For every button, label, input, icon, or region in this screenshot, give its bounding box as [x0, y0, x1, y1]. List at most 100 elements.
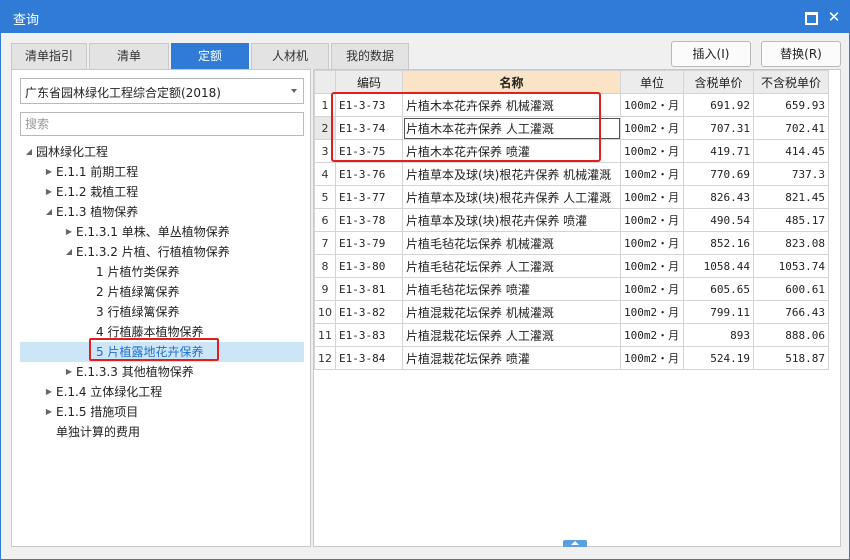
- table-row[interactable]: 2 E1-3-74 片植木本花卉保养 人工灌溉 100m2・月 707.31 702.41: [314, 116, 829, 140]
- tree-node-e1-2[interactable]: ▶ E.1.2 栽植工程: [20, 182, 304, 202]
- cell-price-tax[interactable]: 419.71: [683, 139, 754, 163]
- cell-price-tax[interactable]: 707.31: [683, 116, 754, 140]
- cell-name[interactable]: 片植混栽花坛保养 喷灌: [402, 346, 621, 370]
- cell-name[interactable]: 片植毛毡花坛保养 喷灌: [402, 277, 621, 301]
- tree-node-e1-4[interactable]: ▶ E.1.4 立体绿化工程: [20, 382, 304, 402]
- tree-node-e1-5[interactable]: ▶ E.1.5 措施项目: [20, 402, 304, 422]
- row-index[interactable]: 12: [314, 346, 336, 370]
- row-index[interactable]: 9: [314, 277, 336, 301]
- scroll-up-handle[interactable]: [563, 540, 587, 547]
- row-index[interactable]: 6: [314, 208, 336, 232]
- cell-code[interactable]: E1-3-73: [335, 93, 403, 117]
- table-row[interactable]: 11 E1-3-83 片植混栽花坛保养 人工灌溉 100m2・月 893 888.06: [314, 323, 829, 347]
- tab-my-data[interactable]: 我的数据: [331, 43, 409, 69]
- cell-price-notax[interactable]: 702.41: [753, 116, 829, 140]
- cell-code[interactable]: E1-3-79: [335, 231, 403, 255]
- cell-price-notax[interactable]: 823.08: [753, 231, 829, 255]
- cell-unit[interactable]: 100m2・月: [620, 300, 684, 324]
- cell-code[interactable]: E1-3-83: [335, 323, 403, 347]
- cell-price-notax[interactable]: 518.87: [753, 346, 829, 370]
- tree-node-leaf-5-selected[interactable]: 5 片植露地花卉保养: [20, 342, 304, 362]
- row-index[interactable]: 8: [314, 254, 336, 278]
- cell-price-tax[interactable]: 852.16: [683, 231, 754, 255]
- cell-price-tax[interactable]: 770.69: [683, 162, 754, 186]
- cell-name[interactable]: 片植木本花卉保养 人工灌溉: [402, 116, 621, 140]
- table-row[interactable]: 8 E1-3-80 片植毛毡花坛保养 人工灌溉 100m2・月 1058.44 1053.…: [314, 254, 829, 278]
- tab-quota[interactable]: 定额: [171, 43, 249, 69]
- cell-price-tax[interactable]: 691.92: [683, 93, 754, 117]
- cell-code[interactable]: E1-3-81: [335, 277, 403, 301]
- cell-price-notax[interactable]: 737.3: [753, 162, 829, 186]
- maximize-icon[interactable]: [801, 8, 819, 26]
- cell-price-notax[interactable]: 600.61: [753, 277, 829, 301]
- cell-price-notax[interactable]: 414.45: [753, 139, 829, 163]
- search-input[interactable]: [20, 112, 304, 136]
- close-icon[interactable]: ✕: [825, 8, 843, 26]
- cell-price-notax[interactable]: 766.43: [753, 300, 829, 324]
- tree-node-separate-costs[interactable]: 单独计算的费用: [20, 422, 304, 442]
- cell-name[interactable]: 片植混栽花坛保养 机械灌溉: [402, 300, 621, 324]
- expand-arrow-icon[interactable]: ▶: [44, 182, 54, 202]
- tree-node-e1-3[interactable]: ◢ E.1.3 植物保养: [20, 202, 304, 222]
- cell-name[interactable]: 片植草本及球(块)根花卉保养 机械灌溉: [402, 162, 621, 186]
- cell-code[interactable]: E1-3-82: [335, 300, 403, 324]
- cell-price-notax[interactable]: 485.17: [753, 208, 829, 232]
- tab-bill[interactable]: 清单: [89, 43, 169, 69]
- tree-node-e1-1[interactable]: ▶ E.1.1 前期工程: [20, 162, 304, 182]
- cell-price-tax[interactable]: 605.65: [683, 277, 754, 301]
- expand-arrow-icon[interactable]: ▶: [44, 382, 54, 402]
- cell-code[interactable]: E1-3-74: [335, 116, 403, 140]
- table-row[interactable]: 10 E1-3-82 片植混栽花坛保养 机械灌溉 100m2・月 799.11 766.4…: [314, 300, 829, 324]
- tree-node-e1-3-3[interactable]: ▶ E.1.3.3 其他植物保养: [20, 362, 304, 382]
- cell-code[interactable]: E1-3-84: [335, 346, 403, 370]
- chevron-down-icon[interactable]: [291, 89, 297, 93]
- cell-code[interactable]: E1-3-75: [335, 139, 403, 163]
- header-code[interactable]: 编码: [335, 70, 403, 94]
- table-row[interactable]: 1 E1-3-73 片植木本花卉保养 机械灌溉 100m2・月 691.92 659.93: [314, 93, 829, 117]
- expand-arrow-icon[interactable]: ▶: [44, 162, 54, 182]
- cell-price-notax[interactable]: 821.45: [753, 185, 829, 209]
- cell-code[interactable]: E1-3-77: [335, 185, 403, 209]
- table-row[interactable]: 3 E1-3-75 片植木本花卉保养 喷灌 100m2・月 419.71 414.45: [314, 139, 829, 163]
- cell-price-notax[interactable]: 888.06: [753, 323, 829, 347]
- table-row[interactable]: 6 E1-3-78 片植草本及球(块)根花卉保养 喷灌 100m2・月 490.54 48…: [314, 208, 829, 232]
- cell-price-tax[interactable]: 524.19: [683, 346, 754, 370]
- tree-node-root[interactable]: ◢ 园林绿化工程: [20, 142, 304, 162]
- table-row[interactable]: 4 E1-3-76 片植草本及球(块)根花卉保养 机械灌溉 100m2・月 770.69…: [314, 162, 829, 186]
- cell-unit[interactable]: 100m2・月: [620, 254, 684, 278]
- cell-name[interactable]: 片植木本花卉保养 喷灌: [402, 139, 621, 163]
- tree-node-leaf-3[interactable]: 3 行植绿篱保养: [20, 302, 304, 322]
- cell-price-notax[interactable]: 1053.74: [753, 254, 829, 278]
- tab-labor-material-machine[interactable]: 人材机: [251, 43, 329, 69]
- header-unit[interactable]: 单位: [620, 70, 684, 94]
- expand-arrow-icon[interactable]: ▶: [64, 222, 74, 242]
- quota-library-select[interactable]: 广东省园林绿化工程综合定额(2018): [20, 78, 304, 104]
- row-index[interactable]: 11: [314, 323, 336, 347]
- cell-unit[interactable]: 100m2・月: [620, 116, 684, 140]
- row-index[interactable]: 4: [314, 162, 336, 186]
- expand-arrow-icon[interactable]: ▶: [64, 362, 74, 382]
- expand-arrow-icon[interactable]: ◢: [24, 142, 34, 162]
- cell-name[interactable]: 片植混栽花坛保养 人工灌溉: [402, 323, 621, 347]
- table-row[interactable]: 12 E1-3-84 片植混栽花坛保养 喷灌 100m2・月 524.19 518.87: [314, 346, 829, 370]
- tree-node-leaf-2[interactable]: 2 片植绿篱保养: [20, 282, 304, 302]
- header-price-notax[interactable]: 不含税单价: [753, 70, 829, 94]
- cell-name[interactable]: 片植木本花卉保养 机械灌溉: [402, 93, 621, 117]
- tree-node-leaf-4[interactable]: 4 行植藤本植物保养: [20, 322, 304, 342]
- row-index[interactable]: 1: [314, 93, 336, 117]
- tree-node-e1-3-2[interactable]: ◢ E.1.3.2 片植、行植植物保养: [20, 242, 304, 262]
- cell-unit[interactable]: 100m2・月: [620, 231, 684, 255]
- cell-code[interactable]: E1-3-78: [335, 208, 403, 232]
- cell-unit[interactable]: 100m2・月: [620, 208, 684, 232]
- header-name[interactable]: 名称: [402, 70, 621, 94]
- row-index[interactable]: 5: [314, 185, 336, 209]
- row-index[interactable]: 10: [314, 300, 336, 324]
- cell-price-tax[interactable]: 799.11: [683, 300, 754, 324]
- tree-node-leaf-1[interactable]: 1 片植竹类保养: [20, 262, 304, 282]
- cell-price-tax[interactable]: 490.54: [683, 208, 754, 232]
- table-row[interactable]: 5 E1-3-77 片植草本及球(块)根花卉保养 人工灌溉 100m2・月 826.43…: [314, 185, 829, 209]
- expand-arrow-icon[interactable]: ▶: [44, 402, 54, 422]
- cell-unit[interactable]: 100m2・月: [620, 93, 684, 117]
- cell-price-tax[interactable]: 1058.44: [683, 254, 754, 278]
- table-row[interactable]: 7 E1-3-79 片植毛毡花坛保养 机械灌溉 100m2・月 852.16 823.08: [314, 231, 829, 255]
